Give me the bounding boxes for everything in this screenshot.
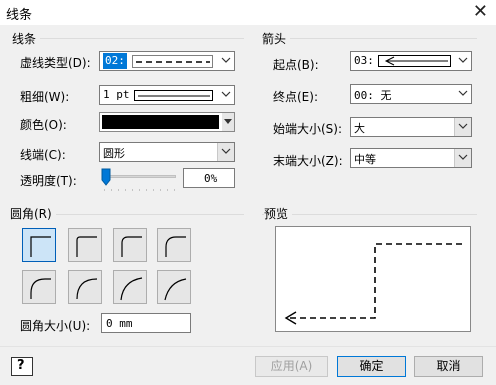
begin-size-value: 大 — [354, 122, 365, 135]
corner-round-xxlarge-icon — [76, 278, 98, 300]
begin-arrow-combo[interactable]: 03: — [350, 51, 472, 71]
corner-group-heading: 圆角(R) — [10, 205, 56, 222]
color-swatch — [102, 115, 219, 129]
dash-type-combo[interactable]: 02: — [99, 51, 235, 71]
preview-group-heading: 预览 — [264, 205, 293, 222]
transparency-slider-thumb[interactable] — [101, 168, 111, 186]
corner-arc-icon — [120, 277, 143, 301]
weight-combo[interactable]: 1 pt — [99, 85, 235, 105]
dash-line-preview-icon — [132, 55, 213, 68]
arrow-group-divider — [262, 38, 477, 39]
chevron-down-icon[interactable] — [454, 149, 471, 167]
corner-round-medium-icon — [121, 236, 142, 257]
begin-arrow-preview-icon — [378, 55, 451, 67]
corner-style-7-button[interactable] — [157, 270, 191, 304]
corner-style-5-button[interactable] — [68, 270, 102, 304]
chevron-down-icon[interactable] — [454, 52, 471, 70]
transparency-label: 透明度(T): — [20, 174, 77, 188]
line-group-divider — [12, 38, 244, 39]
corner-square-icon — [30, 236, 51, 257]
corner-arc-wide-icon — [164, 278, 187, 301]
close-icon[interactable]: ✕ — [473, 1, 488, 22]
chevron-down-icon[interactable] — [217, 86, 234, 104]
corner-style-3-button[interactable] — [157, 228, 191, 262]
corner-style-2-button[interactable] — [113, 228, 147, 262]
cancel-button[interactable]: 取消 — [414, 356, 483, 377]
transparency-input[interactable]: 0% — [183, 168, 235, 188]
transparency-slider-track[interactable] — [104, 175, 176, 178]
corner-size-input[interactable]: 0 mm — [101, 313, 191, 333]
transparency-slider-ticks — [104, 189, 176, 191]
help-icon: ? — [17, 358, 25, 373]
end-arrow-value: 00: 无 — [354, 89, 392, 102]
corner-style-0-button[interactable] — [22, 228, 56, 262]
corner-size-value: 0 mm — [106, 317, 133, 330]
transparency-value: 0% — [204, 172, 218, 185]
end-arrow-label: 终点(E): — [273, 90, 318, 104]
end-arrow-combo[interactable]: 00: 无 — [350, 84, 472, 104]
preview-dashed-arrow-icon — [284, 243, 462, 325]
begin-size-label: 始端大小(S): — [273, 122, 343, 136]
end-size-label: 末端大小(Z): — [273, 154, 343, 168]
corner-round-xlarge-icon — [30, 278, 51, 299]
help-button[interactable]: ? — [11, 357, 33, 376]
preview-group-divider — [262, 214, 477, 215]
chevron-down-icon[interactable] — [454, 118, 471, 136]
dash-type-value: 02: — [103, 53, 127, 69]
title-bar: 线条 ✕ — [0, 0, 496, 25]
cap-value: 圆形 — [103, 147, 125, 160]
weight-line-preview-icon — [134, 90, 213, 101]
color-dropdown-icon[interactable] — [221, 113, 234, 131]
color-picker[interactable] — [99, 112, 235, 132]
weight-value: 1 pt — [103, 88, 130, 101]
begin-arrow-value: 03: — [354, 54, 374, 67]
window-title: 线条 — [6, 8, 33, 23]
corner-round-small-icon — [76, 236, 97, 257]
corner-style-6-button[interactable] — [113, 270, 147, 304]
color-label: 颜色(O): — [20, 118, 67, 132]
chevron-down-icon[interactable] — [217, 143, 234, 161]
corner-style-4-button[interactable] — [22, 270, 56, 304]
begin-arrow-label: 起点(B): — [273, 58, 319, 72]
line-group-heading: 线条 — [12, 30, 41, 47]
apply-button[interactable]: 应用(A) — [255, 356, 328, 377]
chevron-down-icon[interactable] — [217, 52, 234, 70]
dash-type-label: 虚线类型(D): — [20, 56, 91, 70]
ok-button[interactable]: 确定 — [337, 356, 406, 377]
line-preview-panel — [275, 226, 471, 332]
end-size-value: 中等 — [354, 153, 376, 166]
cap-label: 线端(C): — [20, 148, 66, 162]
corner-style-1-button[interactable] — [68, 228, 102, 262]
end-size-combo[interactable]: 中等 — [350, 148, 472, 168]
cap-combo[interactable]: 圆形 — [99, 142, 235, 162]
corner-round-large-icon — [165, 236, 186, 257]
arrow-group-heading: 箭头 — [262, 30, 291, 47]
corner-size-label: 圆角大小(U): — [20, 319, 91, 333]
weight-label: 粗细(W): — [20, 90, 70, 104]
chevron-down-icon[interactable] — [454, 85, 471, 103]
begin-size-combo[interactable]: 大 — [350, 117, 472, 137]
